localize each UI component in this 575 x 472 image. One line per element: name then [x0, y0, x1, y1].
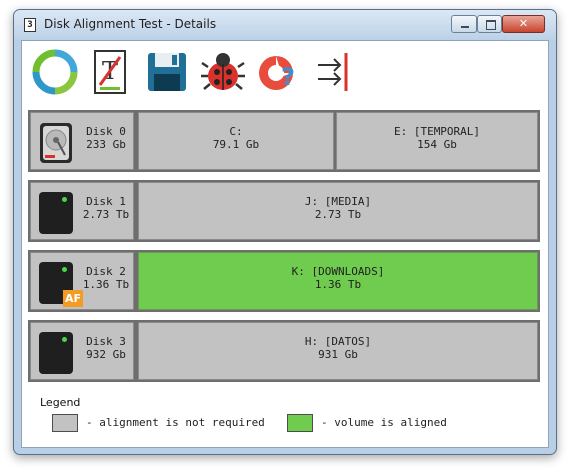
- disk-size: 1.36 Tb: [82, 278, 130, 291]
- save-icon: [148, 53, 186, 91]
- volume-cell[interactable]: E: [TEMPORAL] 154 Gb: [336, 112, 538, 170]
- volume-cell[interactable]: C: 79.1 Gb: [138, 112, 334, 170]
- legend-swatch-aligned: [287, 414, 313, 432]
- help-icon: ?: [259, 56, 295, 91]
- disk-name: Disk 2: [86, 265, 126, 278]
- disk-cell[interactable]: AF Disk 2 1.36 Tb: [30, 252, 134, 310]
- maximize-icon: [486, 20, 496, 30]
- volume-label: J: [MEDIA]: [304, 195, 372, 208]
- close-icon: ✕: [518, 17, 529, 30]
- legend-label-not-required: - alignment is not required: [86, 416, 265, 429]
- app-icon[interactable]: 3: [24, 18, 36, 32]
- minimize-button[interactable]: [451, 15, 477, 33]
- report-button[interactable]: T: [86, 47, 138, 101]
- led-icon: [62, 197, 67, 202]
- volume-cell[interactable]: K: [DOWNLOADS] 1.36 Tb: [138, 252, 538, 310]
- disk-size: 932 Gb: [86, 348, 126, 361]
- disk-size: 233 Gb: [86, 138, 126, 151]
- volume-size: 931 Gb: [318, 348, 358, 361]
- refresh-button[interactable]: [30, 47, 82, 101]
- hdd-open-icon: [40, 123, 72, 163]
- volume-size: 1.36 Tb: [314, 278, 362, 291]
- svg-text:?: ?: [281, 63, 295, 91]
- disk-row: Disk 0 233 Gb C: 79.1 Gb E: [TEMPORAL] 1…: [28, 110, 540, 172]
- close-button[interactable]: ✕: [502, 15, 545, 33]
- volume-label: E: [TEMPORAL]: [393, 125, 481, 138]
- disk-name: Disk 3: [86, 335, 126, 348]
- title-bar[interactable]: 3 Disk Alignment Test - Details ✕: [14, 10, 556, 40]
- hdd-icon: [39, 192, 73, 234]
- legend-label-aligned: - volume is aligned: [321, 416, 447, 429]
- minimize-icon: [461, 26, 469, 28]
- bug-button[interactable]: [198, 47, 250, 101]
- details-panel: T: [21, 40, 549, 448]
- app-window: 3 Disk Alignment Test - Details ✕ ? Disk…: [13, 9, 557, 455]
- disk-name: Disk 0: [86, 125, 126, 138]
- hdd-af-icon: AF: [39, 262, 83, 307]
- led-icon: [62, 267, 67, 272]
- volume-size: 2.73 Tb: [314, 208, 362, 221]
- volume-label: H: [DATOS]: [304, 335, 372, 348]
- disk-row: Disk 3 932 Gb H: [DATOS] 931 Gb: [28, 320, 540, 382]
- led-icon: [62, 337, 67, 342]
- legend-swatch-not-required: [52, 414, 78, 432]
- refresh-icon: [32, 49, 78, 95]
- disk-size: 2.73 Tb: [82, 208, 130, 221]
- hdd-icon: [39, 332, 73, 374]
- volume-size: 79.1 Gb: [212, 138, 260, 151]
- save-button[interactable]: [142, 47, 194, 101]
- disk-row: Disk 1 2.73 Tb J: [MEDIA] 2.73 Tb: [28, 180, 540, 242]
- window-title: Disk Alignment Test - Details: [44, 17, 217, 31]
- volume-label: K: [DOWNLOADS]: [291, 265, 385, 278]
- bug-icon: [201, 53, 245, 90]
- volume-cell[interactable]: J: [MEDIA] 2.73 Tb: [138, 182, 538, 240]
- legend-title: Legend: [40, 396, 81, 409]
- volume-cell[interactable]: H: [DATOS] 931 Gb: [138, 322, 538, 380]
- disk-cell[interactable]: Disk 0 233 Gb: [30, 112, 134, 170]
- exit-button[interactable]: [310, 47, 362, 101]
- exit-icon: [318, 53, 348, 91]
- maximize-button[interactable]: [477, 15, 502, 33]
- disk-name: Disk 1: [86, 195, 126, 208]
- text-report-icon: T: [94, 50, 126, 94]
- help-button[interactable]: ?: [254, 47, 306, 101]
- disk-cell[interactable]: Disk 1 2.73 Tb: [30, 182, 134, 240]
- advanced-format-badge: AF: [63, 290, 83, 307]
- volume-size: 154 Gb: [417, 138, 457, 151]
- disk-cell[interactable]: Disk 3 932 Gb: [30, 322, 134, 380]
- disk-row: AF Disk 2 1.36 Tb K: [DOWNLOADS] 1.36 Tb: [28, 250, 540, 312]
- volume-label: C:: [229, 125, 243, 138]
